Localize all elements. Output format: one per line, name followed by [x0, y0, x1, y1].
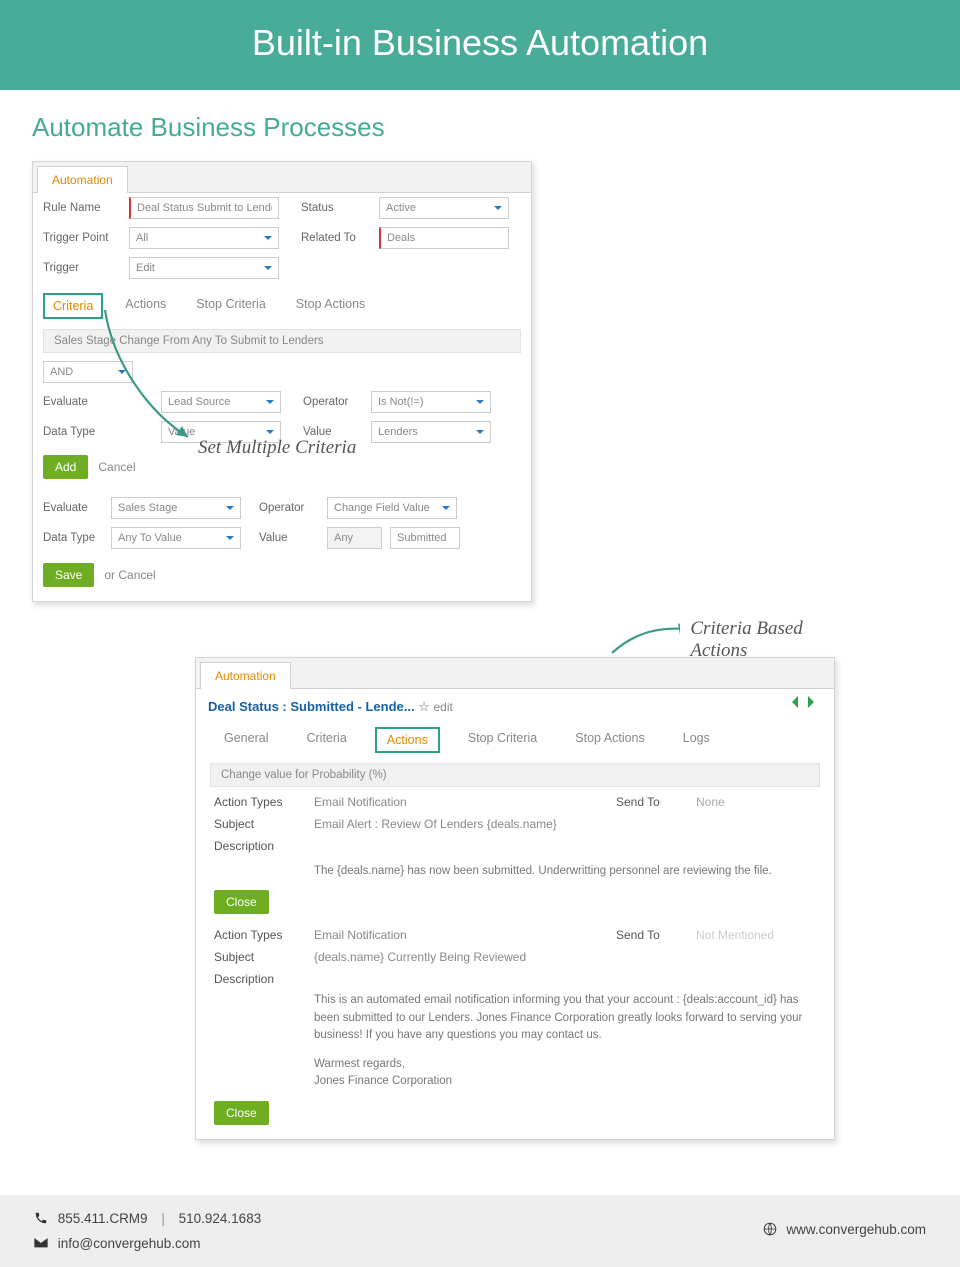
subject-value-2: {deals.name} Currently Being Reviewed	[314, 950, 816, 964]
action-types-label: Action Types	[214, 795, 314, 809]
criteria-tab[interactable]: Criteria	[43, 293, 103, 319]
criteria-summary-bar: Sales Stage Change From Any To Submit to…	[43, 329, 521, 353]
evaluate-select[interactable]: Lead Source	[161, 391, 281, 413]
star-icon[interactable]: ☆	[418, 699, 430, 714]
stop-actions-tab[interactable]: Stop Actions	[288, 293, 374, 319]
phone-icon	[34, 1211, 48, 1228]
data-type-label: Data Type	[43, 426, 153, 438]
evaluate2-label: Evaluate	[43, 502, 103, 514]
subject-value: Email Alert : Review Of Lenders {deals.n…	[314, 817, 816, 831]
trigger-label: Trigger	[43, 262, 121, 274]
send-to-label: Send To	[616, 795, 696, 809]
evaluate-label: Evaluate	[43, 396, 153, 408]
automation-actions-card: Criteria Based Actions Automation Deal S…	[195, 657, 835, 1140]
automation-tab[interactable]: Automation	[37, 166, 128, 193]
footer-separator: |	[161, 1211, 165, 1226]
related-to-input[interactable]	[379, 227, 509, 249]
value-any-input[interactable]	[327, 527, 382, 549]
trigger-point-select[interactable]: All	[129, 227, 279, 249]
value-submitted-input[interactable]	[390, 527, 460, 549]
detail-subtabs: General Criteria Actions Stop Criteria S…	[196, 719, 834, 759]
operator-select[interactable]: Is Not(!=)	[371, 391, 491, 413]
hero-banner: Built-in Business Automation	[0, 0, 960, 90]
description-text-1: The {deals.name} has now been submitted.…	[196, 857, 834, 890]
send-to-value: None	[696, 795, 816, 809]
automation-title: Deal Status : Submitted - Lende...	[208, 699, 415, 714]
annotation-criteria-based-actions: Criteria Based Actions	[690, 618, 834, 662]
edit-link[interactable]: edit	[433, 700, 452, 714]
arrow-annotation-2	[606, 621, 680, 659]
value2-label: Value	[259, 532, 319, 544]
actions-tab[interactable]: Actions	[117, 293, 174, 319]
evaluate2-select[interactable]: Sales Stage	[111, 497, 241, 519]
globe-icon	[763, 1222, 777, 1239]
status-select[interactable]: Active	[379, 197, 509, 219]
action-types-value-2: Email Notification	[314, 928, 616, 942]
app-tabstrip-2: Automation	[196, 658, 834, 689]
logic-select[interactable]: AND	[43, 361, 133, 383]
annotation-set-multiple-criteria: Set Multiple Criteria	[198, 437, 356, 459]
trigger-select[interactable]: Edit	[129, 257, 279, 279]
cancel-link[interactable]: Cancel	[98, 460, 135, 474]
automation-rule-card: Automation Rule Name Status Active Trigg…	[32, 161, 532, 602]
action-summary-bar: Change value for Probability (%)	[210, 763, 820, 787]
send-to-label-2: Send To	[616, 928, 696, 942]
prev-arrow-icon[interactable]	[786, 696, 798, 708]
footer-phone-1: 855.411.CRM9	[58, 1211, 148, 1226]
related-to-label: Related To	[301, 232, 371, 244]
close-button-1[interactable]: Close	[214, 890, 269, 914]
value-select[interactable]: Lenders	[371, 421, 491, 443]
footer-email: info@convergehub.com	[58, 1236, 201, 1251]
stop-criteria-tab-2[interactable]: Stop Criteria	[458, 727, 547, 753]
data-type2-select[interactable]: Any To Value	[111, 527, 241, 549]
stop-criteria-tab[interactable]: Stop Criteria	[188, 293, 273, 319]
send-to-value-2: Not Mentioned	[696, 928, 816, 942]
status-label: Status	[301, 202, 371, 214]
actions-tab-2[interactable]: Actions	[375, 727, 440, 753]
next-arrow-icon[interactable]	[808, 696, 820, 708]
data-type2-label: Data Type	[43, 532, 103, 544]
automation-tab-2[interactable]: Automation	[200, 662, 291, 689]
footer-phone-2: 510.924.1683	[179, 1211, 262, 1226]
description-text-2c: Jones Finance Corporation	[314, 1073, 816, 1090]
operator-label: Operator	[303, 396, 363, 408]
stop-actions-tab-2[interactable]: Stop Actions	[565, 727, 655, 753]
close-button-2[interactable]: Close	[214, 1101, 269, 1125]
trigger-point-label: Trigger Point	[43, 232, 121, 244]
operator2-label: Operator	[259, 502, 319, 514]
action-types-value: Email Notification	[314, 795, 616, 809]
mail-icon	[34, 1236, 48, 1251]
operator2-select[interactable]: Change Field Value	[327, 497, 457, 519]
page-footer: 855.411.CRM9 | 510.924.1683 info@converg…	[0, 1195, 960, 1267]
logs-tab[interactable]: Logs	[673, 727, 720, 753]
description-label: Description	[214, 839, 314, 853]
criteria-tab-2[interactable]: Criteria	[296, 727, 356, 753]
subject-label: Subject	[214, 817, 314, 831]
app-tabstrip: Automation	[33, 162, 531, 193]
rule-name-input[interactable]	[129, 197, 279, 219]
description-label-2: Description	[214, 972, 314, 986]
subject-label-2: Subject	[214, 950, 314, 964]
footer-website: www.convergehub.com	[786, 1223, 926, 1238]
save-button[interactable]: Save	[43, 563, 94, 587]
rule-name-label: Rule Name	[43, 202, 121, 214]
or-cancel-link[interactable]: or Cancel	[104, 568, 155, 582]
action-types-label-2: Action Types	[214, 928, 314, 942]
page-subtitle: Automate Business Processes	[32, 112, 960, 143]
general-tab[interactable]: General	[214, 727, 278, 753]
rule-subtabs: Criteria Actions Stop Criteria Stop Acti…	[33, 283, 531, 325]
description-text-2b: Warmest regards,	[314, 1056, 816, 1073]
add-button[interactable]: Add	[43, 455, 88, 479]
description-text-2a: This is an automated email notification …	[314, 992, 816, 1044]
